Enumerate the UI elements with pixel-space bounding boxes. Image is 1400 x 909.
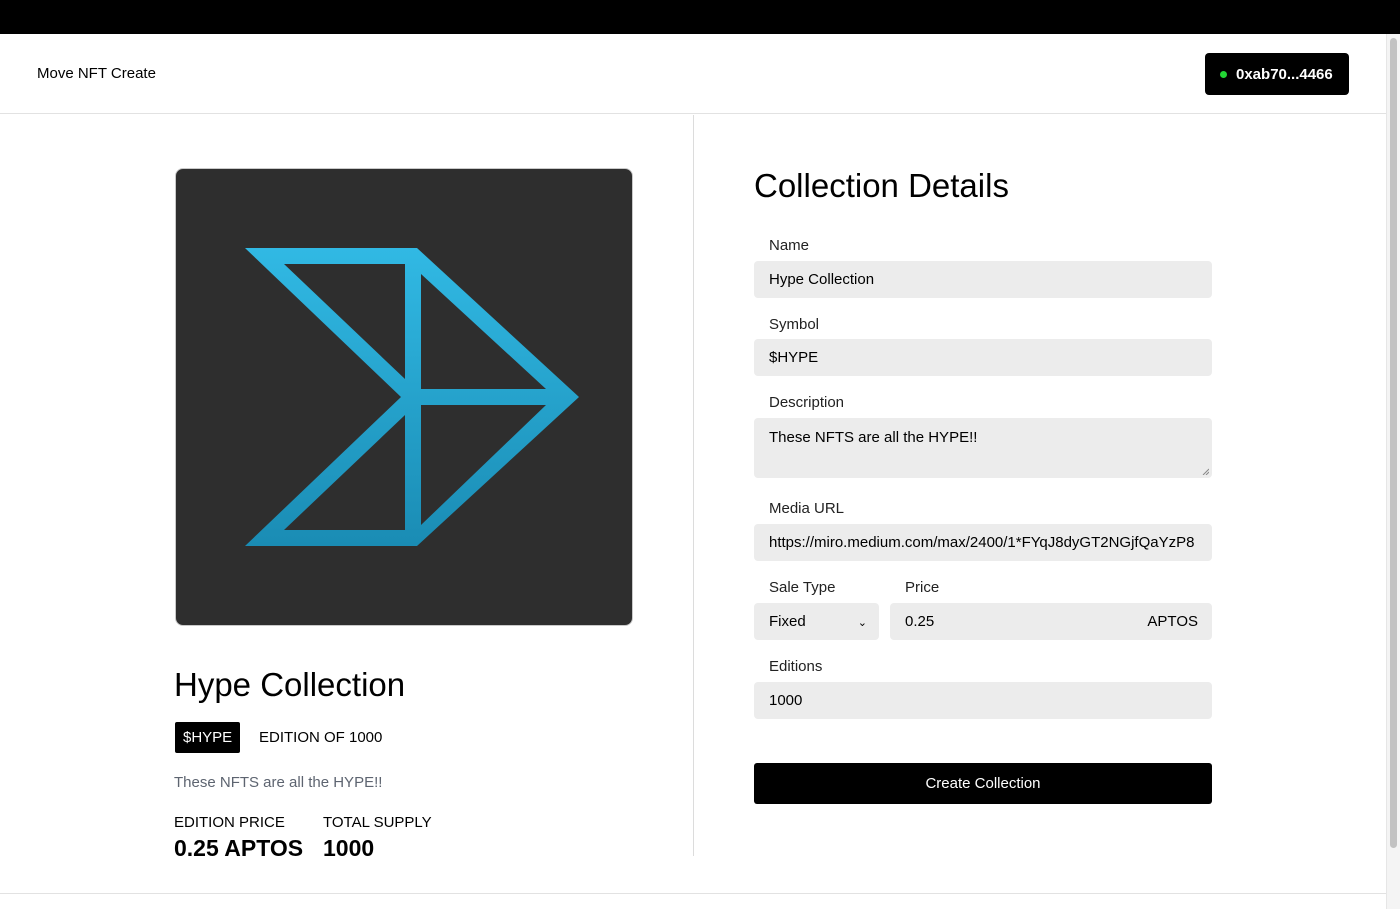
edition-count-text: EDITION OF 1000 xyxy=(259,729,383,746)
symbol-input[interactable]: $HYPE xyxy=(754,339,1212,376)
sale-type-select[interactable]: Fixed ⌄ xyxy=(754,603,879,640)
media-url-input[interactable]: https://miro.medium.com/max/2400/1*FYqJ8… xyxy=(754,524,1212,561)
footer-divider xyxy=(0,893,1386,894)
total-supply-value: 1000 xyxy=(323,835,375,861)
wallet-address: 0xab70...4466 xyxy=(1236,65,1333,83)
description-textarea[interactable]: These NFTS are all the HYPE!! xyxy=(754,418,1212,478)
edition-price-label: EDITION PRICE xyxy=(174,814,285,831)
resize-handle-icon[interactable] xyxy=(1202,468,1209,475)
editions-label: Editions xyxy=(769,658,823,675)
name-label: Name xyxy=(769,237,810,254)
total-supply-label: TOTAL SUPPLY xyxy=(323,814,432,831)
price-input[interactable]: 0.25 APTOS xyxy=(890,603,1212,640)
media-url-label: Media URL xyxy=(769,500,845,517)
chevron-down-icon: ⌄ xyxy=(857,617,867,629)
sale-type-value: Fixed xyxy=(769,613,806,630)
collection-image-preview xyxy=(175,168,633,626)
price-label: Price xyxy=(905,579,940,596)
form-title: Collection Details xyxy=(754,167,1009,204)
app-brand[interactable]: Move NFT Create xyxy=(37,65,156,82)
symbol-label: Symbol xyxy=(769,316,820,333)
column-divider xyxy=(693,115,694,856)
page-scrollbar[interactable] xyxy=(1386,34,1400,909)
wallet-button[interactable]: 0xab70...4466 xyxy=(1205,53,1349,95)
edition-price-value: 0.25 APTOS xyxy=(174,835,304,861)
price-value: 0.25 xyxy=(905,613,935,630)
arrow-logo-icon xyxy=(245,248,579,546)
editions-input[interactable]: 1000 xyxy=(754,682,1212,719)
name-input[interactable]: Hype Collection xyxy=(754,261,1212,298)
preview-description: These NFTS are all the HYPE!! xyxy=(174,774,383,791)
app-header: Move NFT Create 0xab70...4466 xyxy=(0,34,1386,114)
browser-top-bar xyxy=(0,0,1400,34)
connected-status-dot xyxy=(1220,70,1227,78)
description-label: Description xyxy=(769,394,845,411)
price-currency-suffix: APTOS xyxy=(1147,613,1198,630)
create-collection-button[interactable]: Create Collection xyxy=(754,763,1212,804)
preview-title: Hype Collection xyxy=(174,666,406,703)
description-text: These NFTS are all the HYPE!! xyxy=(769,429,978,446)
sale-type-label: Sale Type xyxy=(769,579,836,596)
symbol-badge: $HYPE xyxy=(175,722,241,753)
scrollbar-thumb[interactable] xyxy=(1390,38,1397,848)
